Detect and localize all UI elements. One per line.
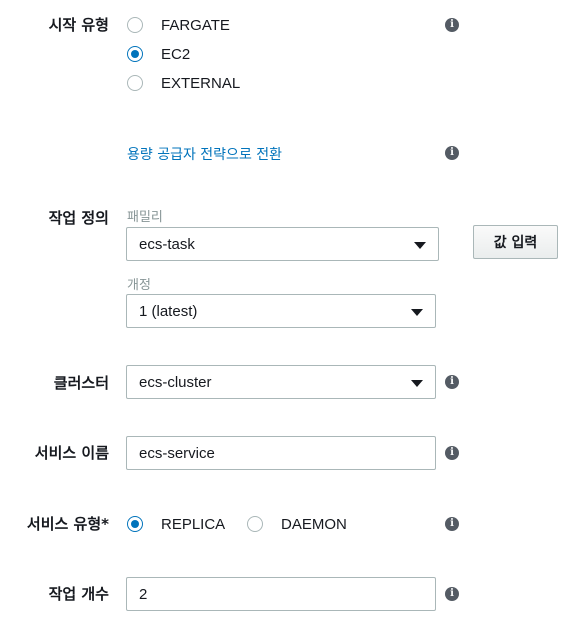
launch-type-option-ec2[interactable]: EC2 bbox=[127, 44, 190, 64]
radio-ec2[interactable] bbox=[127, 46, 143, 62]
caret-down-icon bbox=[411, 380, 423, 387]
radio-label-ec2: EC2 bbox=[161, 45, 191, 63]
radio-daemon[interactable] bbox=[247, 516, 263, 532]
info-icon[interactable]: i bbox=[445, 146, 459, 160]
task-count-label: 작업 개수 bbox=[48, 585, 109, 603]
service-name-input[interactable]: ecs-service bbox=[126, 436, 436, 470]
info-icon[interactable]: i bbox=[445, 446, 459, 460]
service-type-label: 서비스 유형* bbox=[26, 515, 109, 533]
family-select[interactable]: ecs-task bbox=[126, 227, 439, 261]
cluster-label: 클러스터 bbox=[53, 374, 109, 392]
info-icon[interactable]: i bbox=[445, 375, 459, 389]
caret-down-icon bbox=[414, 242, 426, 249]
revision-select-value: 1 (latest) bbox=[139, 302, 198, 320]
launch-type-option-fargate[interactable]: FARGATE bbox=[127, 15, 230, 35]
caret-down-icon bbox=[411, 309, 423, 316]
radio-external[interactable] bbox=[127, 75, 143, 91]
radio-label-daemon: DAEMON bbox=[281, 515, 347, 533]
radio-fargate[interactable] bbox=[127, 17, 143, 33]
family-label: 패밀리 bbox=[127, 210, 163, 225]
service-name-value: ecs-service bbox=[139, 444, 215, 462]
service-name-label: 서비스 이름 bbox=[34, 444, 109, 462]
radio-replica[interactable] bbox=[127, 516, 143, 532]
info-icon[interactable]: i bbox=[445, 18, 459, 32]
radio-label-external: EXTERNAL bbox=[161, 74, 241, 92]
service-type-option-daemon[interactable]: DAEMON bbox=[247, 514, 347, 534]
task-count-input[interactable]: 2 bbox=[126, 577, 436, 611]
enter-value-button[interactable]: 값 입력 bbox=[473, 225, 558, 259]
revision-label: 개정 bbox=[127, 278, 151, 293]
task-definition-label: 작업 정의 bbox=[48, 209, 109, 227]
launch-type-label: 시작 유형 bbox=[48, 16, 109, 34]
cluster-select-value: ecs-cluster bbox=[139, 373, 212, 391]
info-icon[interactable]: i bbox=[445, 517, 459, 531]
info-icon[interactable]: i bbox=[445, 587, 459, 601]
task-count-value: 2 bbox=[139, 585, 148, 603]
radio-label-replica: REPLICA bbox=[161, 515, 226, 533]
family-select-value: ecs-task bbox=[139, 235, 195, 253]
service-type-option-replica[interactable]: REPLICA bbox=[127, 514, 225, 534]
launch-type-option-external[interactable]: EXTERNAL bbox=[127, 73, 240, 93]
revision-select[interactable]: 1 (latest) bbox=[126, 294, 436, 328]
cluster-select[interactable]: ecs-cluster bbox=[126, 365, 436, 399]
radio-label-fargate: FARGATE bbox=[161, 16, 230, 34]
switch-capacity-provider-link[interactable]: 용량 공급자 전략으로 전환 bbox=[127, 144, 282, 164]
